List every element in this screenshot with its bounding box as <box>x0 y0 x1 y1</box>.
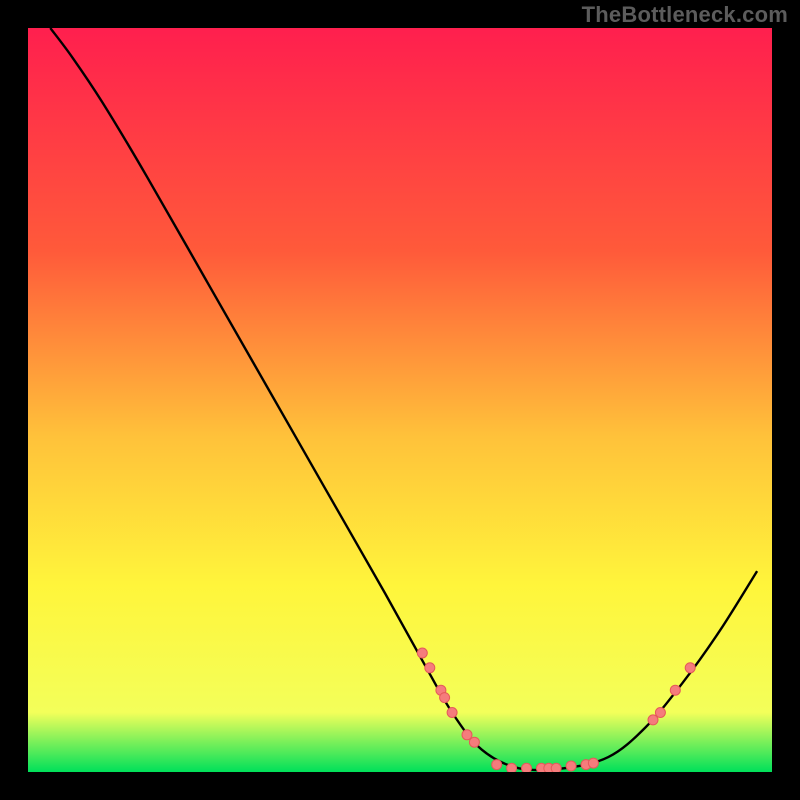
data-marker <box>648 715 658 725</box>
chart-svg <box>28 28 772 772</box>
data-marker <box>588 758 598 768</box>
data-marker <box>462 730 472 740</box>
data-marker <box>447 708 457 718</box>
data-marker <box>655 708 665 718</box>
data-marker <box>566 761 576 771</box>
gradient-background <box>28 28 772 772</box>
data-marker <box>507 763 517 772</box>
data-marker <box>685 663 695 673</box>
data-marker <box>417 648 427 658</box>
data-marker <box>522 763 532 772</box>
data-marker <box>551 763 561 772</box>
data-marker <box>670 685 680 695</box>
data-marker <box>425 663 435 673</box>
data-marker <box>492 760 502 770</box>
plot-area <box>28 28 772 772</box>
data-marker <box>440 693 450 703</box>
data-marker <box>469 737 479 747</box>
chart-frame: TheBottleneck.com <box>0 0 800 800</box>
watermark-text: TheBottleneck.com <box>582 2 788 28</box>
